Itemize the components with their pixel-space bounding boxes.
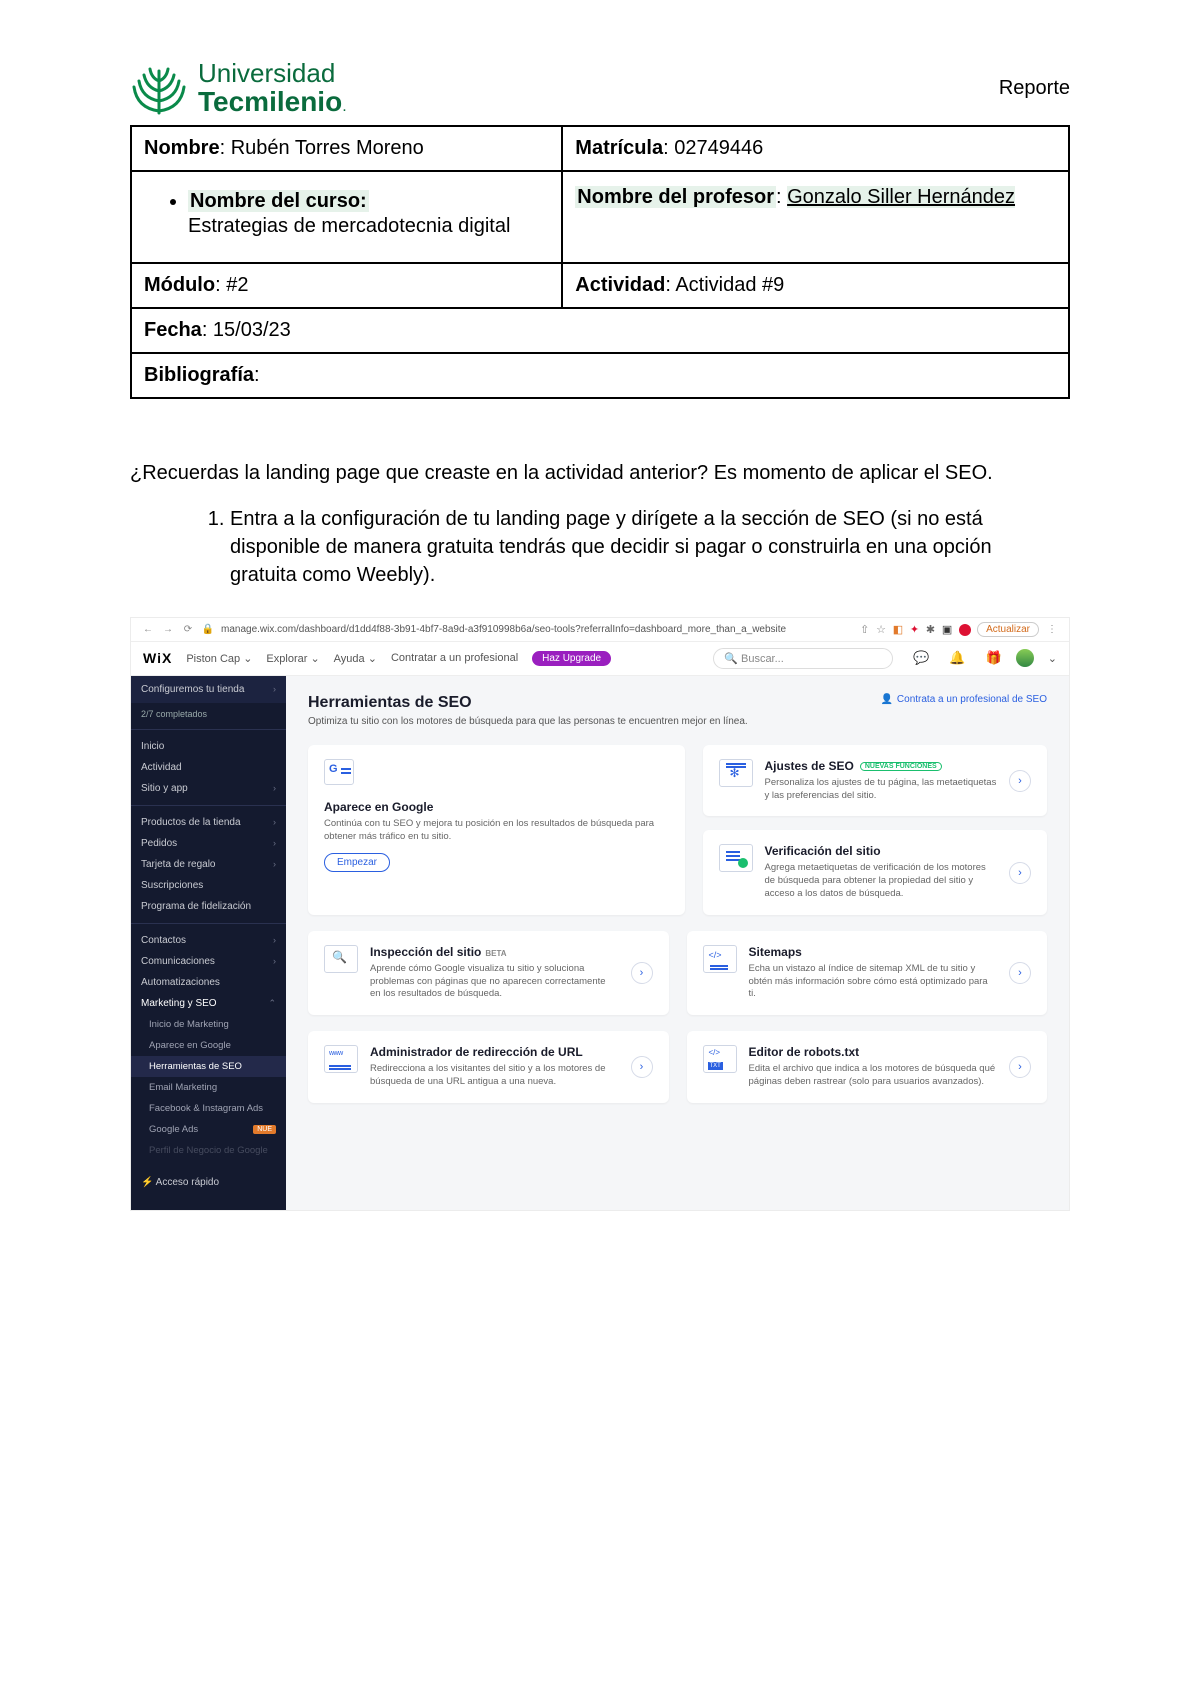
chevron-right-icon[interactable]: › [631,962,653,984]
logo-text-uni: Universidad [198,60,347,87]
chrome-menu-icon[interactable]: ⋮ [1045,624,1059,635]
logo-icon [130,61,188,115]
robots-icon [703,1045,737,1073]
nav-explorar[interactable]: Explorar ⌄ [266,652,319,665]
chat-icon[interactable]: 💬 [913,650,929,666]
profile-avatar-icon[interactable] [959,624,971,636]
search-icon: 🔍 [724,653,738,665]
star-icon[interactable]: ☆ [876,624,886,636]
curso-label: Nombre del curso: [188,190,369,212]
user-avatar[interactable] [1016,649,1034,667]
curso-value: Estrategias de mercadotecnia digital [188,215,545,238]
sidebar-item-comunicaciones[interactable]: Comunicaciones› [131,951,286,972]
step-1: Entra a la configuración de tu landing p… [230,505,1030,589]
sidebar-item-sitio[interactable]: Sitio y app› [131,778,286,799]
chevron-right-icon[interactable]: › [631,1056,653,1078]
browser-chrome: ← → ⟳ 🔒 manage.wix.com/dashboard/d1dd4f8… [131,618,1069,642]
sidebar-item-automatizaciones[interactable]: Automatizaciones [131,972,286,993]
settings-icon [719,759,753,787]
sidebar-sub-google-ads[interactable]: Google AdsNUE [131,1119,286,1140]
chevron-right-icon[interactable]: › [1009,770,1031,792]
sidebar-item-pedidos[interactable]: Pedidos› [131,833,286,854]
nuevas-badge: NUEVAS FUNCIONES [860,762,942,771]
card-ajustes-seo[interactable]: Ajustes de SEONUEVAS FUNCIONES Personali… [703,745,1048,817]
wix-topbar: WiX Piston Cap ⌄ Explorar ⌄ Ayuda ⌄ Cont… [131,642,1069,676]
site-selector[interactable]: Piston Cap ⌄ [186,652,252,665]
card-inspeccion[interactable]: Inspección del sitioBETA Aprende cómo Go… [308,931,669,1015]
fecha-label: Fecha [144,319,202,341]
google-icon [324,759,354,785]
back-icon[interactable]: ← [141,624,155,635]
sidebar-item-tarjeta[interactable]: Tarjeta de regalo› [131,854,286,875]
intro-text: ¿Recuerdas la landing page que creaste e… [130,459,1070,487]
wix-sidebar: Configuremos tu tienda› 2/7 completados … [131,676,286,1210]
extensions-icon[interactable]: ✱ [926,624,935,636]
sidebar-sub-aparece-google[interactable]: Aparece en Google [131,1035,286,1056]
search-input[interactable]: 🔍 Buscar... [713,648,893,669]
sidebar-sub-email-marketing[interactable]: Email Marketing [131,1077,286,1098]
sidebar-item-marketing-seo[interactable]: Marketing y SEO⌃ [131,993,286,1014]
person-icon: 👤 [880,694,892,705]
chevron-right-icon[interactable]: › [1009,862,1031,884]
matricula-label: Matrícula [575,137,663,159]
info-table: Nombre: Rubén Torres Moreno Matrícula: 0… [130,125,1070,399]
wix-screenshot: ← → ⟳ 🔒 manage.wix.com/dashboard/d1dd4f8… [130,617,1070,1211]
sidebar-sub-herramientas-seo[interactable]: Herramientas de SEO [131,1056,286,1077]
actividad-label: Actividad [575,274,665,296]
logo-text-brand: Tecmilenio [198,86,342,117]
profesor-label: Nombre del profesor [575,186,776,208]
page-title: Herramientas de SEO [308,694,748,712]
sitemap-icon [703,945,737,973]
chevron-right-icon[interactable]: › [1009,962,1031,984]
sidebar-acceso-rapido[interactable]: ⚡ Acceso rápido [131,1167,286,1198]
lock-icon: 🔒 [201,624,215,635]
sidebar-item-actividad[interactable]: Actividad [131,757,286,778]
sidebar-sub-inicio-marketing[interactable]: Inicio de Marketing [131,1014,286,1035]
sidebar-sub-fb-ig-ads[interactable]: Facebook & Instagram Ads [131,1098,286,1119]
sidebar-sub-dim[interactable]: Perfil de Negocio de Google [131,1140,286,1161]
redirect-icon [324,1045,358,1073]
card-redireccion[interactable]: Administrador de redirección de URL Redi… [308,1031,669,1103]
biblio-label: Bibliografía [144,364,254,386]
actualizar-button[interactable]: Actualizar [977,622,1039,637]
url-bar[interactable]: manage.wix.com/dashboard/d1dd4f88-3b91-4… [221,624,850,635]
verify-icon [719,844,753,872]
card-robots[interactable]: Editor de robots.txt Edita el archivo qu… [687,1031,1048,1103]
share-icon[interactable]: ⇧ [860,624,869,636]
sidebar-item-suscripciones[interactable]: Suscripciones [131,875,286,896]
sidebar-config[interactable]: Configuremos tu tienda› [131,676,286,703]
ext3-icon[interactable]: ▣ [942,624,952,636]
card-aparece-google[interactable]: Aparece en Google Continúa con tu SEO y … [308,745,685,915]
nombre-label: Nombre [144,137,220,159]
profesor-value: Gonzalo Siller Hernández [787,186,1015,208]
forward-icon[interactable]: → [161,624,175,635]
ext1-icon[interactable]: ◧ [893,624,903,636]
wix-main: Herramientas de SEO Optimiza tu sitio co… [286,676,1069,1210]
reporte-label: Reporte [999,77,1070,100]
bell-icon[interactable]: 🔔 [949,650,965,666]
hire-seo-link[interactable]: 👤Contrata a un profesional de SEO [880,694,1047,705]
user-caret[interactable]: ⌄ [1048,652,1057,665]
card-sitemaps[interactable]: Sitemaps Echa un vistazo al índice de si… [687,931,1048,1015]
sidebar-progress: 2/7 completados [131,703,286,730]
reload-icon[interactable]: ⟳ [181,624,195,635]
nav-ayuda[interactable]: Ayuda ⌄ [334,652,377,665]
gift-icon[interactable]: 🎁 [986,650,1002,666]
tecmilenio-logo: Universidad Tecmilenio. [130,60,347,117]
sidebar-item-contactos[interactable]: Contactos› [131,930,286,951]
upgrade-button[interactable]: Haz Upgrade [532,651,611,666]
wix-brand[interactable]: WiX [143,650,172,666]
modulo-label: Módulo [144,274,215,296]
sidebar-item-productos[interactable]: Productos de la tienda› [131,812,286,833]
empezar-button[interactable]: Empezar [324,853,390,872]
nav-contratar[interactable]: Contratar a un profesional [391,652,518,664]
inspect-icon [324,945,358,973]
card-verificacion[interactable]: Verificación del sitio Agrega metaetique… [703,830,1048,914]
ext2-icon[interactable]: ✦ [910,624,919,636]
chevron-right-icon[interactable]: › [1009,1056,1031,1078]
sidebar-item-fidelizacion[interactable]: Programa de fidelización [131,896,286,917]
sidebar-item-inicio[interactable]: Inicio [131,736,286,757]
page-subtitle: Optimiza tu sitio con los motores de bús… [308,716,748,727]
beta-badge: BETA [485,949,506,958]
